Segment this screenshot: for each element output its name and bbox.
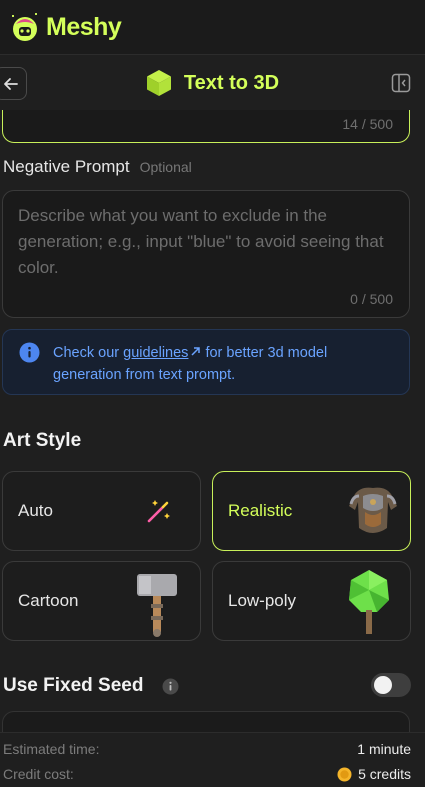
optional-tag: Optional <box>139 159 192 175</box>
hammer-image <box>137 574 177 637</box>
external-link-icon[interactable] <box>190 346 201 357</box>
app-name: Meshy <box>46 12 122 41</box>
guidelines-link[interactable]: guidelines <box>123 345 188 361</box>
armor-image <box>349 487 397 533</box>
art-style-cartoon[interactable]: Cartoon <box>2 561 201 641</box>
credit-cost-label: Credit cost: <box>3 766 74 782</box>
guidelines-notice: Check our guidelines for better 3d model… <box>2 329 410 395</box>
credit-cost-value: 5 credits <box>337 766 411 782</box>
coin-icon <box>337 767 352 781</box>
fixed-seed-toggle[interactable] <box>371 673 411 697</box>
negative-prompt-char-counter: 0 / 500 <box>350 291 393 307</box>
tree-image <box>349 570 389 634</box>
negative-prompt-placeholder: Describe what you want to exclude in the… <box>18 206 384 277</box>
info-icon[interactable] <box>162 678 179 695</box>
seed-input[interactable] <box>2 711 410 732</box>
fixed-seed-title: Use Fixed Seed <box>3 675 144 696</box>
negative-prompt-label-row: Negative Prompt Optional <box>3 157 192 177</box>
art-style-label: Auto <box>18 501 53 520</box>
back-button[interactable] <box>0 67 27 100</box>
art-style-realistic[interactable]: Realistic <box>212 471 411 551</box>
sidebar-collapse-icon[interactable] <box>391 73 411 93</box>
toggle-knob <box>374 676 392 694</box>
info-icon <box>19 342 40 363</box>
credit-cost-row: Credit cost: 5 credits <box>3 766 411 782</box>
page-header: Text to 3D <box>0 56 425 110</box>
prompt-char-counter: 14 / 500 <box>342 116 393 132</box>
form-content[interactable]: 14 / 500 Negative Prompt Optional Descri… <box>0 110 425 732</box>
negative-prompt-textarea[interactable]: Describe what you want to exclude in the… <box>2 190 410 318</box>
estimated-time-value: 1 minute <box>357 741 411 757</box>
art-style-label: Cartoon <box>18 591 79 610</box>
estimated-time-label: Estimated time: <box>3 741 100 757</box>
app-logo[interactable]: Meshy <box>8 10 122 44</box>
page-title: Text to 3D <box>146 69 279 97</box>
cost-footer: Estimated time: 1 minute Credit cost: 5 … <box>0 732 425 787</box>
art-style-title: Art Style <box>3 430 82 451</box>
cube-icon <box>146 70 171 96</box>
guidelines-prefix: Check our <box>53 345 124 361</box>
art-style-label: Realistic <box>228 501 293 520</box>
negative-prompt-label: Negative Prompt <box>3 157 130 176</box>
magic-wand-icon <box>147 500 170 523</box>
guidelines-text: Check our guidelines for better 3d model… <box>53 342 397 386</box>
prompt-textarea[interactable]: 14 / 500 <box>2 110 410 143</box>
art-style-auto[interactable]: Auto <box>2 471 201 551</box>
top-bar: Meshy <box>0 0 425 55</box>
page-title-text: Text to 3D <box>183 71 280 94</box>
art-style-label: Low-poly <box>228 591 297 610</box>
estimated-time-row: Estimated time: 1 minute <box>3 741 411 757</box>
meshy-logo-icon <box>12 13 37 41</box>
art-style-low-poly[interactable]: Low-poly <box>212 561 411 641</box>
arrow-left-icon <box>3 77 18 90</box>
credit-cost-text: 5 credits <box>358 766 411 782</box>
